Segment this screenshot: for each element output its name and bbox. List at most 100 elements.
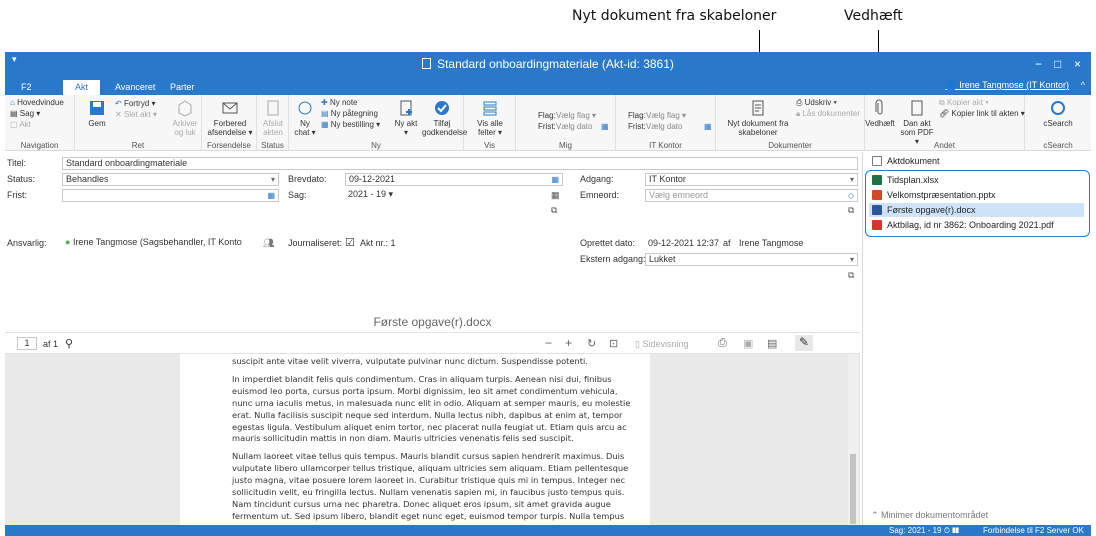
user-link[interactable]: 👤 Irene Tangmose (IT Kontor) [946,80,1069,91]
fit-page-icon[interactable]: ⊡ [609,337,618,350]
attachment-item[interactable]: Velkomstpræsentation.pptx [869,188,1084,202]
save-icon [90,101,104,115]
nav-hovedvindue-label: Hovedvindue [17,98,64,107]
document-title: Første opgave(r).docx [373,315,492,329]
status-sag-text: Sag: 2021 - 19 [889,526,942,535]
forbered-afsendelse-button[interactable]: Forbered afsendelse ▾ [206,99,254,137]
minimer-dokumentomraade[interactable]: ⌃ Minimer dokumentområdet [871,510,988,521]
note-icon: ✚ [321,98,330,107]
chevron-up-icon: ⌃ [871,510,882,520]
group-label-andet: Andet [934,141,955,150]
ny-note-button[interactable]: ✚ Ny note [321,98,358,108]
calendar-icon[interactable]: ▦ [551,174,559,185]
arkiver-button[interactable]: Arkiver og luk [170,99,200,137]
journaliseret-checkbox[interactable]: ☑ [345,236,355,249]
attachment-name: Første opgave(r).docx [887,205,976,215]
afslut-akten-button[interactable]: Afslut akten [259,99,287,137]
attachment-item[interactable]: Tidsplan.xlsx [869,173,1084,187]
excel-icon [872,175,882,185]
ny-akt-button[interactable]: Ny akt ▾ [392,99,420,137]
viewer-scrollbar[interactable] [848,354,858,536]
laas-dokumenter-button[interactable]: 🔒︎ Lås dokumenter [796,109,860,119]
ny-bestilling-button[interactable]: ▦ Ny bestilling ▾ [321,120,380,130]
udskriv-button[interactable]: ⎙ Udskriv ▾ [796,98,837,108]
expand-icon[interactable]: ⧉ [551,205,557,216]
status-label: Status: [7,174,36,184]
ny-bestilling-label: Ny bestilling [330,120,374,129]
it-flag-select[interactable]: Vælg flag ▾ [646,111,686,121]
godkendelse-label: Tilføj godkendelse [422,119,468,137]
emneord-expand-icon[interactable]: ⧉ [848,205,854,216]
save-icon[interactable]: ▣ [743,337,753,350]
it-calendar-icon[interactable]: ▦ [704,122,712,132]
collapse-ribbon-icon[interactable]: ^ [1081,80,1085,90]
mig-flag-select[interactable]: Vælg flag ▾ [556,111,596,121]
folder-icon: ▤ [10,109,20,118]
pin-icon[interactable]: ✎ [795,335,813,351]
print-icon[interactable]: ⎙ [718,337,727,350]
nav-sag[interactable]: ▤ Sag ▾ [10,109,40,119]
nav-hovedvindue[interactable]: ⌂ Hovedvindue [10,98,64,108]
dan-akt-pdf-button[interactable]: Dan akt som PDF ▾ [899,99,935,146]
nyt-dokument-button[interactable]: Nyt dokument fra skabeloner [724,99,792,137]
ny-chat-button[interactable]: Ny chat ▾ [292,99,318,137]
aktdokument-item[interactable]: Aktdokument [869,154,1084,168]
ansvarlig-select[interactable]: ● Irene Tangmose (Sagsbehandler, IT Kont… [62,237,242,250]
csearch-button[interactable]: cSearch [1039,99,1077,128]
search-icon[interactable]: ⚲ [65,337,73,350]
kopier-akt-button[interactable]: ⧉ Kopier akt ▾ [939,98,989,108]
calendar-icon[interactable]: ▦ [601,122,609,132]
journaliseret-label: Journaliseret: [288,238,343,248]
save-as-icon[interactable]: ▤ [767,337,777,350]
attachment-item-selected[interactable]: Første opgave(r).docx [869,203,1084,217]
minimize-button[interactable]: − [1035,57,1042,71]
kopier-link-button[interactable]: 🔗︎ Kopier link til akten ▾ [939,109,1025,119]
window-title-text: Standard onboardingmateriale (Akt-id: 38… [437,57,674,71]
adgang-select[interactable]: IT Kontor ▾ [645,173,858,186]
emneord-input[interactable]: Vælg emneord ◇ [645,189,858,202]
timer-icon[interactable]: ⏱ [944,526,950,535]
slet-label: Slet akt [123,110,151,119]
document-check-icon [267,100,279,116]
calendar-icon[interactable]: ▦ [267,190,275,201]
delete-icon: ✕ [115,110,124,119]
close-button[interactable]: × [1074,57,1081,71]
maximize-button[interactable]: □ [1054,57,1061,71]
tab-f2[interactable]: F2 [9,80,44,95]
document-icon [422,58,432,69]
fortryd-button[interactable]: ↶ Fortryd ▾ [115,99,156,109]
mig-frist-field[interactable]: Vælg dato [556,122,592,132]
user-picker-icon[interactable]: 👥︎ [263,238,274,249]
titel-input[interactable]: Standard onboardingmateriale [62,157,858,170]
vedhaeft-label: Vedhæft [865,119,895,128]
nav-akt[interactable]: ▢ Akt [10,120,31,130]
tab-akt[interactable]: Akt [63,80,101,95]
gem-button[interactable]: Gem [83,99,111,128]
rotate-icon[interactable]: ↻ [587,337,596,350]
ekstern-select[interactable]: Lukket ▾ [645,253,858,266]
ekstern-expand-icon[interactable]: ⧉ [848,270,854,281]
scrollbar-thumb[interactable] [850,454,856,524]
zoom-out-icon[interactable]: − [545,336,552,350]
tilfoej-godkendelse-button[interactable]: Tilføj godkendelse [422,99,467,137]
template-document-icon [752,100,764,116]
frist-input[interactable]: ▦ [62,189,279,202]
ny-paategning-button[interactable]: ▤ Ny påtegning [321,109,378,119]
sag-field[interactable]: 2021 - 19 ▾ [345,189,545,219]
tab-parter[interactable]: Parter [158,80,207,95]
zoom-in-icon[interactable]: + [565,336,572,350]
pause-icon[interactable]: ❚❚ [952,526,959,535]
slet-akt-button[interactable]: ✕ Slet akt ▾ [115,110,157,120]
attachment-item[interactable]: Aktbilag, id nr 3862: Onboarding 2021.pd… [869,218,1084,232]
ekstern-label: Ekstern adgang: [580,254,646,264]
vedhaeft-button[interactable]: Vedhæft [865,99,895,128]
brevdato-input[interactable]: 09-12-2021 ▦ [345,173,563,186]
case-icon[interactable]: ▦ [551,190,560,201]
akt-icon: ▢ [10,120,20,129]
vis-alle-felter-button[interactable]: Vis alle felter ▾ [468,99,512,137]
page-number-input[interactable]: 1 [17,337,37,350]
sidevisning-button[interactable]: ▯ Sidevisning [635,339,688,350]
status-select[interactable]: Behandles ▾ [62,173,279,186]
new-document-icon [400,100,412,116]
it-frist-field[interactable]: Vælg dato [646,122,682,132]
